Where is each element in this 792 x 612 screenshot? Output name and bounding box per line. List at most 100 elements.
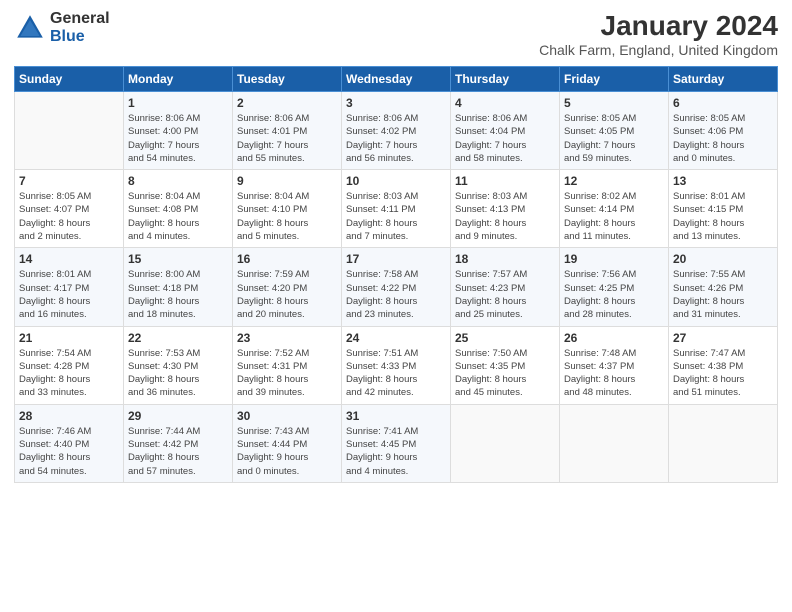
day-number: 25	[455, 331, 555, 345]
calendar-cell: 1Sunrise: 8:06 AMSunset: 4:00 PMDaylight…	[124, 92, 233, 170]
calendar-cell: 22Sunrise: 7:53 AMSunset: 4:30 PMDayligh…	[124, 326, 233, 404]
day-info: Sunrise: 7:48 AMSunset: 4:37 PMDaylight:…	[564, 347, 664, 400]
page: General Blue January 2024 Chalk Farm, En…	[0, 0, 792, 612]
day-number: 29	[128, 409, 228, 423]
day-info: Sunrise: 8:01 AMSunset: 4:17 PMDaylight:…	[19, 268, 119, 321]
calendar-cell: 13 Sunrise: 8:01 AMSunset: 4:15 PMDayligh…	[669, 170, 778, 248]
day-number: 21	[19, 331, 119, 345]
calendar-cell: 19 Sunrise: 7:56 AMSunset: 4:25 PMDayligh…	[560, 248, 669, 326]
title-block: January 2024 Chalk Farm, England, United…	[539, 10, 778, 58]
day-info: Sunrise: 7:52 AMSunset: 4:31 PMDaylight:…	[237, 347, 337, 400]
day-info: Sunrise: 8:00 AMSunset: 4:18 PMDaylight:…	[128, 268, 228, 321]
day-info: Sunrise: 8:03 AMSunset: 4:13 PMDaylight:…	[455, 190, 555, 243]
day-number: 18	[455, 252, 555, 266]
day-number: 31	[346, 409, 446, 423]
calendar-cell: 15Sunrise: 8:00 AMSunset: 4:18 PMDayligh…	[124, 248, 233, 326]
calendar-cell: 24 Sunrise: 7:51 AMSunset: 4:33 PMDayligh…	[342, 326, 451, 404]
calendar-table: SundayMondayTuesdayWednesdayThursdayFrid…	[14, 66, 778, 483]
day-number: 23	[237, 331, 337, 345]
calendar-cell: 7Sunrise: 8:05 AMSunset: 4:07 PMDaylight…	[15, 170, 124, 248]
day-info: Sunrise: 7:55 AMSunset: 4:26 PMDaylight:…	[673, 268, 773, 321]
day-number: 4	[455, 96, 555, 110]
logo: General Blue	[14, 10, 110, 45]
day-number: 24	[346, 331, 446, 345]
day-info: Sunrise: 8:04 AMSunset: 4:08 PMDaylight:…	[128, 190, 228, 243]
day-number: 30	[237, 409, 337, 423]
day-number: 5	[564, 96, 664, 110]
calendar-cell: 12Sunrise: 8:02 AMSunset: 4:14 PMDayligh…	[560, 170, 669, 248]
calendar-title: January 2024	[539, 10, 778, 42]
day-info: Sunrise: 7:51 AMSunset: 4:33 PMDaylight:…	[346, 347, 446, 400]
day-number: 8	[128, 174, 228, 188]
calendar-cell: 31Sunrise: 7:41 AMSunset: 4:45 PMDayligh…	[342, 404, 451, 482]
day-info: Sunrise: 8:05 AMSunset: 4:06 PMDaylight:…	[673, 112, 773, 165]
calendar-cell	[451, 404, 560, 482]
day-number: 19	[564, 252, 664, 266]
logo-blue-label: Blue	[50, 28, 110, 46]
day-info: Sunrise: 8:03 AMSunset: 4:11 PMDaylight:…	[346, 190, 446, 243]
day-info: Sunrise: 7:50 AMSunset: 4:35 PMDaylight:…	[455, 347, 555, 400]
calendar-week-row: 28Sunrise: 7:46 AMSunset: 4:40 PMDayligh…	[15, 404, 778, 482]
weekday-header-row: SundayMondayTuesdayWednesdayThursdayFrid…	[15, 67, 778, 92]
day-number: 27	[673, 331, 773, 345]
calendar-cell: 27 Sunrise: 7:47 AMSunset: 4:38 PMDayligh…	[669, 326, 778, 404]
weekday-header-monday: Monday	[124, 67, 233, 92]
calendar-cell: 10 Sunrise: 8:03 AMSunset: 4:11 PMDayligh…	[342, 170, 451, 248]
day-info: Sunrise: 8:05 AMSunset: 4:05 PMDaylight:…	[564, 112, 664, 165]
day-number: 3	[346, 96, 446, 110]
day-info: Sunrise: 8:05 AMSunset: 4:07 PMDaylight:…	[19, 190, 119, 243]
calendar-cell: 8 Sunrise: 8:04 AMSunset: 4:08 PMDaylight…	[124, 170, 233, 248]
day-number: 20	[673, 252, 773, 266]
calendar-subtitle: Chalk Farm, England, United Kingdom	[539, 42, 778, 58]
day-info: Sunrise: 8:01 AMSunset: 4:15 PMDaylight:…	[673, 190, 773, 243]
day-info: Sunrise: 7:57 AMSunset: 4:23 PMDaylight:…	[455, 268, 555, 321]
calendar-cell: 4Sunrise: 8:06 AMSunset: 4:04 PMDaylight…	[451, 92, 560, 170]
day-info: Sunrise: 7:54 AMSunset: 4:28 PMDaylight:…	[19, 347, 119, 400]
day-info: Sunrise: 7:46 AMSunset: 4:40 PMDaylight:…	[19, 425, 119, 478]
weekday-header-friday: Friday	[560, 67, 669, 92]
calendar-cell: 29 Sunrise: 7:44 AMSunset: 4:42 PMDayligh…	[124, 404, 233, 482]
day-number: 6	[673, 96, 773, 110]
calendar-cell: 5 Sunrise: 8:05 AMSunset: 4:05 PMDaylight…	[560, 92, 669, 170]
day-number: 2	[237, 96, 337, 110]
day-info: Sunrise: 7:56 AMSunset: 4:25 PMDaylight:…	[564, 268, 664, 321]
calendar-cell: 16 Sunrise: 7:59 AMSunset: 4:20 PMDayligh…	[233, 248, 342, 326]
day-number: 17	[346, 252, 446, 266]
calendar-cell: 18 Sunrise: 7:57 AMSunset: 4:23 PMDayligh…	[451, 248, 560, 326]
calendar-week-row: 1Sunrise: 8:06 AMSunset: 4:00 PMDaylight…	[15, 92, 778, 170]
day-info: Sunrise: 7:44 AMSunset: 4:42 PMDaylight:…	[128, 425, 228, 478]
calendar-cell	[560, 404, 669, 482]
day-info: Sunrise: 8:04 AMSunset: 4:10 PMDaylight:…	[237, 190, 337, 243]
day-number: 16	[237, 252, 337, 266]
weekday-header-saturday: Saturday	[669, 67, 778, 92]
calendar-cell: 14 Sunrise: 8:01 AMSunset: 4:17 PMDayligh…	[15, 248, 124, 326]
calendar-cell: 25 Sunrise: 7:50 AMSunset: 4:35 PMDayligh…	[451, 326, 560, 404]
day-info: Sunrise: 8:02 AMSunset: 4:14 PMDaylight:…	[564, 190, 664, 243]
day-number: 9	[237, 174, 337, 188]
day-number: 10	[346, 174, 446, 188]
header: General Blue January 2024 Chalk Farm, En…	[14, 10, 778, 58]
logo-icon	[14, 12, 46, 44]
calendar-cell: 23 Sunrise: 7:52 AMSunset: 4:31 PMDayligh…	[233, 326, 342, 404]
calendar-cell	[15, 92, 124, 170]
day-info: Sunrise: 7:53 AMSunset: 4:30 PMDaylight:…	[128, 347, 228, 400]
day-info: Sunrise: 8:06 AMSunset: 4:02 PMDaylight:…	[346, 112, 446, 165]
calendar-cell	[669, 404, 778, 482]
calendar-week-row: 21 Sunrise: 7:54 AMSunset: 4:28 PMDayligh…	[15, 326, 778, 404]
day-info: Sunrise: 7:43 AMSunset: 4:44 PMDaylight:…	[237, 425, 337, 478]
calendar-cell: 17Sunrise: 7:58 AMSunset: 4:22 PMDayligh…	[342, 248, 451, 326]
day-number: 14	[19, 252, 119, 266]
calendar-cell: 3 Sunrise: 8:06 AMSunset: 4:02 PMDaylight…	[342, 92, 451, 170]
calendar-week-row: 7Sunrise: 8:05 AMSunset: 4:07 PMDaylight…	[15, 170, 778, 248]
calendar-cell: 9 Sunrise: 8:04 AMSunset: 4:10 PMDaylight…	[233, 170, 342, 248]
day-number: 1	[128, 96, 228, 110]
calendar-cell: 26Sunrise: 7:48 AMSunset: 4:37 PMDayligh…	[560, 326, 669, 404]
day-info: Sunrise: 7:59 AMSunset: 4:20 PMDaylight:…	[237, 268, 337, 321]
day-number: 11	[455, 174, 555, 188]
day-info: Sunrise: 7:47 AMSunset: 4:38 PMDaylight:…	[673, 347, 773, 400]
calendar-cell: 2 Sunrise: 8:06 AMSunset: 4:01 PMDaylight…	[233, 92, 342, 170]
calendar-cell: 21 Sunrise: 7:54 AMSunset: 4:28 PMDayligh…	[15, 326, 124, 404]
day-info: Sunrise: 8:06 AMSunset: 4:01 PMDaylight:…	[237, 112, 337, 165]
day-number: 13	[673, 174, 773, 188]
weekday-header-thursday: Thursday	[451, 67, 560, 92]
